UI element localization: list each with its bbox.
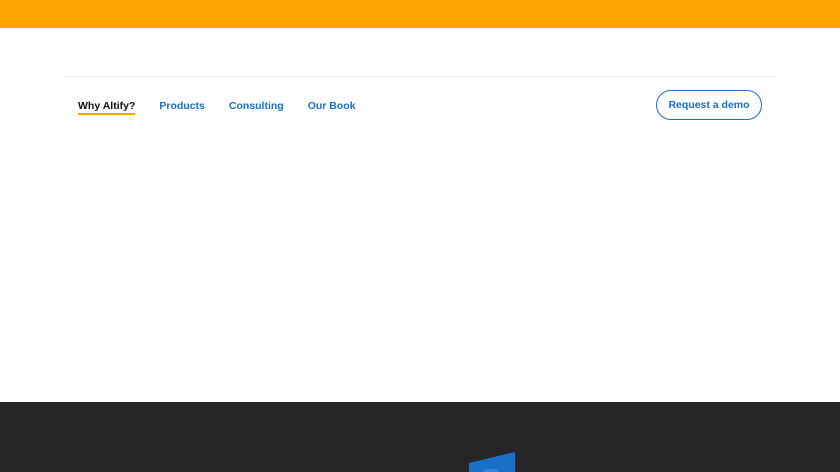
- dark-hero-section: [0, 402, 840, 472]
- nav-item-our-book[interactable]: Our Book: [308, 96, 356, 115]
- nav-item-products[interactable]: Products: [159, 96, 205, 115]
- nav-item-consulting[interactable]: Consulting: [229, 96, 284, 115]
- nav-item-why-altify[interactable]: Why Altify?: [78, 96, 136, 115]
- blue-parallelogram-shape: [469, 452, 515, 472]
- nav-divider: [65, 76, 775, 77]
- main-nav: Why Altify? Products Consulting Our Book: [78, 90, 380, 120]
- page: Why Altify? Products Consulting Our Book…: [0, 0, 840, 472]
- request-demo-button[interactable]: Request a demo: [656, 90, 762, 120]
- top-accent-bar: [0, 0, 840, 28]
